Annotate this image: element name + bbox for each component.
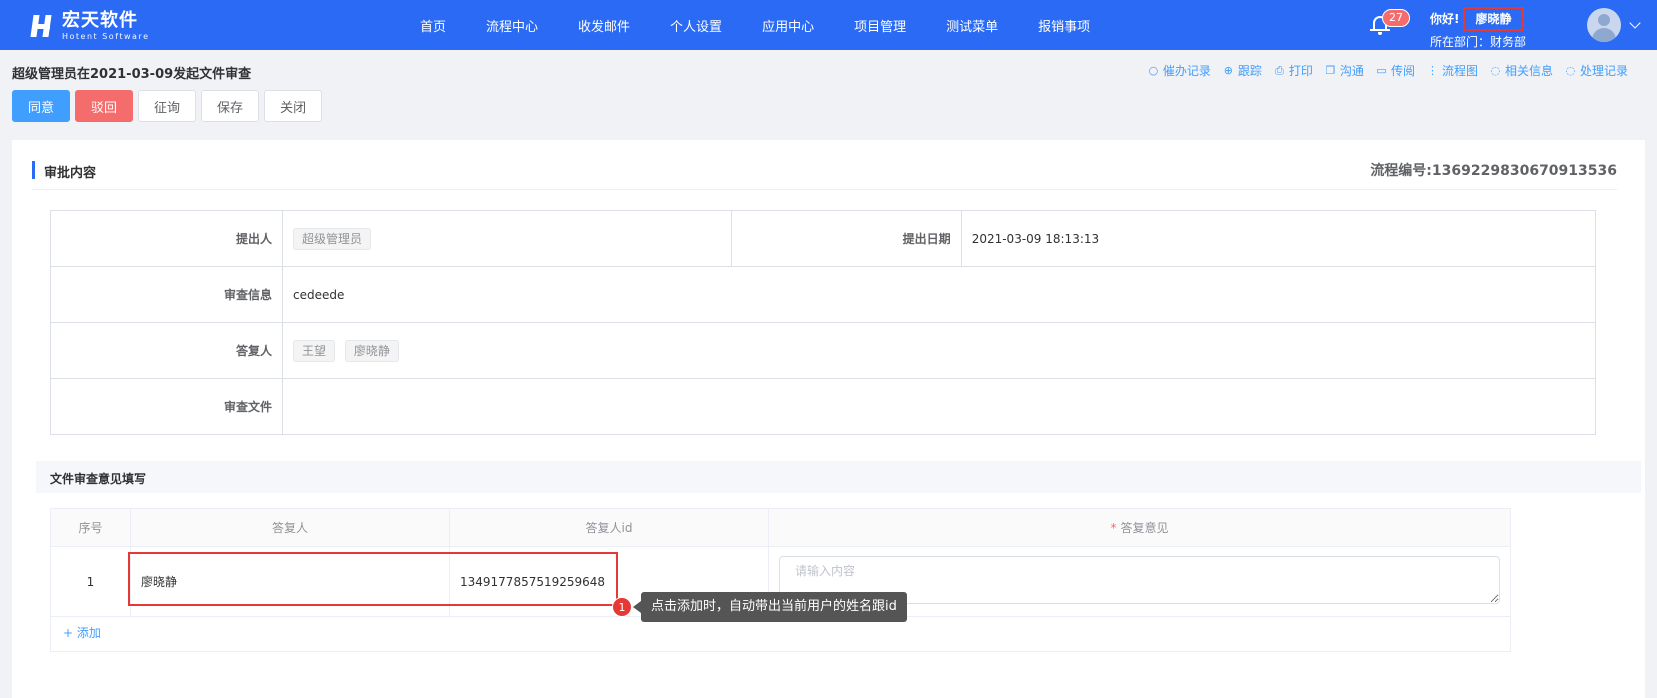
flowchart-icon: ⋮: [1426, 64, 1438, 77]
consult-button[interactable]: 征询: [138, 90, 197, 122]
submitter-label: 提出人: [50, 210, 283, 267]
toolbar: 同意 驳回 征询 保存 关闭: [12, 90, 327, 122]
opinion-section-title: 文件审查意见填写: [50, 472, 147, 486]
track-link[interactable]: ⊕ 跟踪: [1223, 62, 1262, 79]
date-label: 提出日期: [730, 210, 962, 267]
copy-icon: ❐: [1325, 64, 1336, 77]
folder-icon: ▭: [1376, 64, 1387, 77]
add-circle-icon: ⊕: [1223, 64, 1233, 77]
search-icon: ○: [1148, 64, 1159, 77]
greeting-text: 你好!: [1430, 12, 1460, 26]
nav-item-mail[interactable]: 收发邮件: [578, 16, 630, 35]
main-menu: 首页 流程中心 收发邮件 个人设置 应用中心 项目管理 测试菜单 报销事项: [420, 0, 1130, 50]
nav-item-reimbursement[interactable]: 报销事项: [1038, 16, 1090, 35]
responders-label: 答复人: [50, 322, 283, 379]
process-records-link[interactable]: ◌ 处理记录: [1565, 62, 1628, 79]
info-label: 审查信息: [50, 266, 283, 323]
review-info: cedeede: [282, 266, 1596, 323]
opinion-section-header: 文件审查意见填写: [36, 461, 1641, 493]
row-no: 1: [50, 546, 131, 617]
page-title: 超级管理员在2021-03-09发起文件审查: [12, 67, 252, 82]
action-links: ○ 催办记录 ⊕ 跟踪 ⎙ 打印 ❐ 沟通 ▭ 传阅 ⋮ 流程图 ◌ 相关信息 ◌ 处理记录: [1136, 62, 1628, 79]
add-button[interactable]: + 添加: [63, 624, 101, 641]
brand-subtitle: Hotent Software: [62, 31, 150, 41]
nav-item-project-management[interactable]: 项目管理: [854, 16, 906, 35]
review-file: [282, 378, 1596, 435]
submitter-tag: 超级管理员: [293, 227, 372, 250]
agree-button[interactable]: 同意: [12, 90, 71, 122]
communicate-link[interactable]: ❐ 沟通: [1325, 62, 1363, 79]
avatar[interactable]: [1587, 8, 1621, 42]
related-info-link[interactable]: ◌ 相关信息: [1490, 62, 1553, 79]
current-user-name: 廖晓静: [1463, 7, 1524, 31]
notification-badge: 27: [1382, 9, 1410, 27]
chevron-down-icon[interactable]: [1629, 17, 1641, 29]
close-button[interactable]: 关闭: [264, 90, 323, 122]
chat-icon: ◌: [1565, 64, 1576, 77]
annotation-callout: 1 点击添加时，自动带出当前用户的姓名跟id: [612, 592, 907, 622]
approval-info-table: 提出人 超级管理员 提出日期 2021-03-09 18:13:13 审查信息 …: [50, 210, 1597, 435]
reject-button[interactable]: 驳回: [75, 90, 134, 122]
brand-name: 宏天软件: [62, 9, 138, 31]
logo-h-icon: [30, 12, 58, 40]
nav-item-home[interactable]: 首页: [420, 16, 446, 35]
section-title: 审批内容: [44, 166, 97, 181]
circulate-link[interactable]: ▭ 传阅: [1376, 62, 1415, 79]
col-no: 序号: [50, 508, 131, 547]
col-opinion: * 答复意见: [768, 508, 1511, 547]
row-responder: 廖晓静: [130, 546, 450, 617]
nav-item-test-menu[interactable]: 测试菜单: [946, 16, 998, 35]
file-label: 审查文件: [50, 378, 283, 435]
user-department: 所在部门：财务部: [1430, 35, 1527, 49]
printer-icon: ⎙: [1275, 64, 1284, 77]
chat-icon: ◌: [1490, 64, 1501, 77]
annotation-number: 1: [612, 597, 632, 617]
submit-date: 2021-03-09 18:13:13: [960, 210, 1597, 267]
user-info: 你好! 廖晓静 所在部门：财务部: [1430, 7, 1526, 51]
top-navbar: 宏天软件 Hotent Software 首页 流程中心 收发邮件 个人设置 应…: [0, 0, 1657, 50]
flowchart-link[interactable]: ⋮ 流程图: [1427, 62, 1478, 79]
nav-item-personal-settings[interactable]: 个人设置: [670, 16, 722, 35]
print-link[interactable]: ⎙ 打印: [1274, 62, 1313, 79]
col-responder: 答复人: [130, 508, 450, 547]
responder-tag: 王望: [293, 339, 336, 362]
reminder-records-link[interactable]: ○ 催办记录: [1148, 62, 1211, 79]
save-button[interactable]: 保存: [201, 90, 260, 122]
flow-number: 流程编号:1369229830670913536: [1370, 163, 1617, 179]
nav-item-flow-center[interactable]: 流程中心: [486, 16, 538, 35]
brand-logo[interactable]: 宏天软件 Hotent Software: [30, 10, 149, 42]
approval-section-header: 审批内容 流程编号:1369229830670913536: [32, 154, 1617, 190]
responder-tag: 廖晓静: [344, 339, 399, 362]
nav-item-app-center[interactable]: 应用中心: [762, 16, 814, 35]
col-responder-id: 答复人id: [449, 508, 769, 547]
annotation-text: 点击添加时，自动带出当前用户的姓名跟id: [641, 592, 907, 622]
